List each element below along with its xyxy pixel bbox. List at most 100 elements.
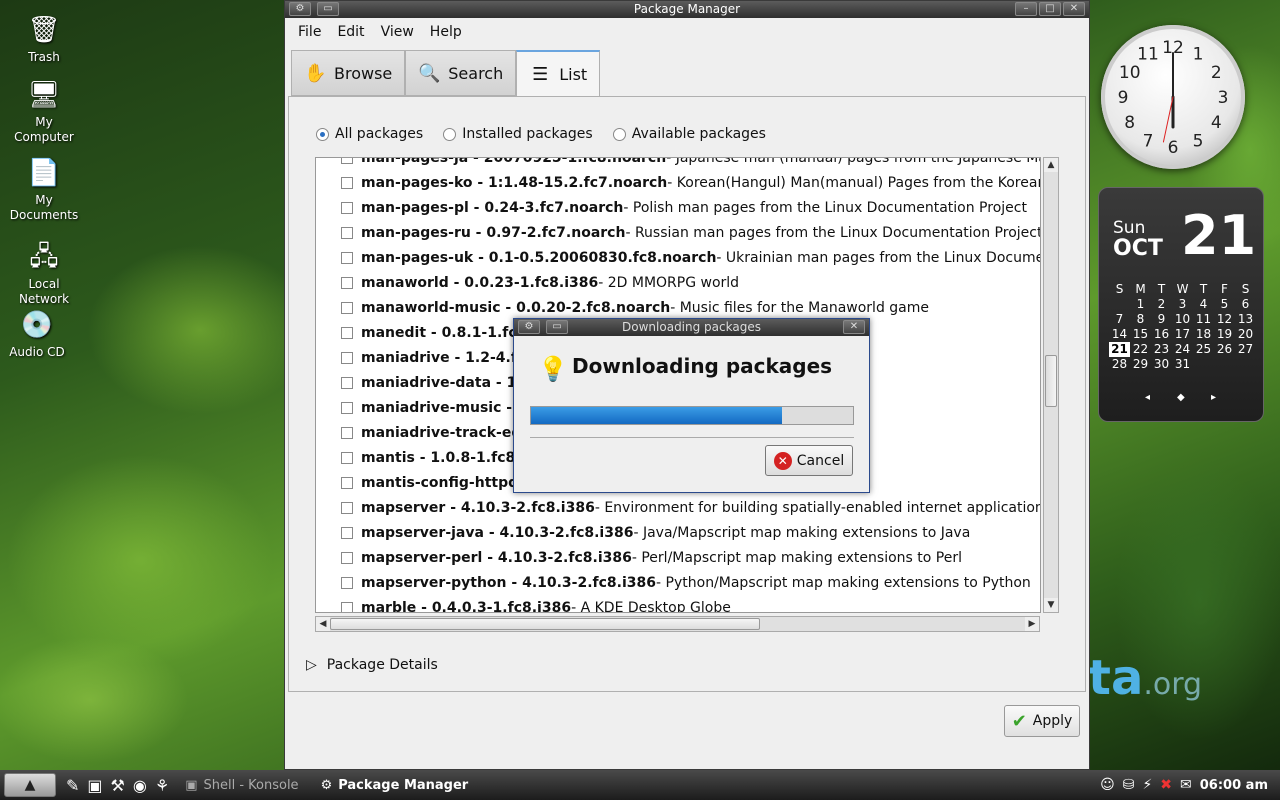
package-checkbox[interactable] bbox=[341, 576, 353, 589]
calendar-day[interactable]: 30 bbox=[1151, 357, 1172, 372]
close-icon[interactable]: ✕ bbox=[1063, 2, 1085, 16]
desktop-icon[interactable]: 🗑 Trash bbox=[4, 13, 84, 65]
package-checkbox[interactable] bbox=[341, 551, 353, 564]
package-row[interactable]: man-pages-uk - 0.1-0.5.20060830.fc8.noar… bbox=[316, 245, 1040, 270]
menu-file[interactable]: File bbox=[290, 24, 329, 40]
menu-edit[interactable]: Edit bbox=[329, 24, 372, 40]
calendar-day[interactable]: 7 bbox=[1109, 312, 1130, 327]
package-checkbox[interactable] bbox=[341, 326, 353, 339]
maximize-icon[interactable]: □ bbox=[1039, 2, 1061, 16]
calendar-day[interactable]: 6 bbox=[1235, 297, 1256, 312]
tray-clock[interactable]: 06:00 am bbox=[1200, 778, 1268, 793]
horizontal-scroll-thumb[interactable] bbox=[330, 618, 760, 630]
package-checkbox[interactable] bbox=[341, 451, 353, 464]
package-row[interactable]: mapserver-perl - 4.10.3-2.fc8.i386 - Per… bbox=[316, 545, 962, 570]
package-checkbox[interactable] bbox=[341, 526, 353, 539]
tab-list[interactable]: ☰ List bbox=[516, 50, 601, 96]
taskbar-task[interactable]: ⚙ Package Manager bbox=[315, 778, 475, 793]
start-menu-button[interactable]: ▲ bbox=[4, 773, 56, 797]
calendar-day[interactable]: 22 bbox=[1130, 342, 1151, 357]
calendar-day[interactable]: 12 bbox=[1214, 312, 1235, 327]
editor-launch-icon[interactable]: ✎ bbox=[66, 776, 79, 795]
calendar-day[interactable]: 17 bbox=[1172, 327, 1193, 342]
package-row[interactable]: mapserver - 4.10.3-2.fc8.i386 - Environm… bbox=[316, 495, 1040, 520]
cancel-button[interactable]: ✕ Cancel bbox=[765, 445, 853, 476]
horizontal-scrollbar[interactable]: ◀ ▶ bbox=[315, 616, 1040, 632]
package-row[interactable]: maniadrive - 1.2-4.f bbox=[316, 345, 517, 370]
dialog-close-icon[interactable]: ✕ bbox=[843, 320, 865, 334]
calendar-day[interactable]: 24 bbox=[1172, 342, 1193, 357]
calendar-day[interactable]: 11 bbox=[1193, 312, 1214, 327]
calendar-prev-icon[interactable]: ◂ bbox=[1145, 392, 1150, 403]
apply-button[interactable]: ✔ Apply bbox=[1004, 705, 1080, 737]
package-checkbox[interactable] bbox=[341, 251, 353, 264]
scroll-down-icon[interactable]: ▼ bbox=[1044, 598, 1058, 612]
package-row[interactable]: man-pages-ru - 0.97-2.fc7.noarch - Russi… bbox=[316, 220, 1040, 245]
radio-button[interactable] bbox=[612, 127, 626, 141]
vertical-scrollbar[interactable]: ▲ ▼ bbox=[1043, 157, 1059, 613]
tools-launch-icon[interactable]: ⚒ bbox=[111, 776, 125, 795]
calendar-day[interactable]: 26 bbox=[1214, 342, 1235, 357]
calendar-day[interactable]: 14 bbox=[1109, 327, 1130, 342]
network-status-icon[interactable]: ⛁ bbox=[1123, 777, 1135, 793]
tab-browse[interactable]: ✋ Browse bbox=[291, 50, 406, 96]
notification-icon[interactable]: ✉ bbox=[1180, 777, 1192, 793]
package-checkbox[interactable] bbox=[341, 201, 353, 214]
package-row[interactable]: manedit - 0.8.1-1.fc bbox=[316, 320, 517, 345]
calendar-day[interactable]: 3 bbox=[1172, 297, 1193, 312]
browser-launch-icon[interactable]: ◉ bbox=[133, 776, 147, 795]
calendar-day[interactable]: 9 bbox=[1151, 312, 1172, 327]
calendar-today-icon[interactable]: ◆ bbox=[1177, 392, 1185, 403]
package-row[interactable]: man-pages-ko - 1:1.48-15.2.fc7.noarch - … bbox=[316, 170, 1040, 195]
package-row[interactable]: manaworld-music - 0.0.20-2.fc8.noarch - … bbox=[316, 295, 929, 320]
package-checkbox[interactable] bbox=[341, 476, 353, 489]
radio-button[interactable] bbox=[443, 127, 457, 141]
tab-search[interactable]: 🔍 Search bbox=[405, 50, 517, 96]
package-checkbox[interactable] bbox=[341, 176, 353, 189]
calendar-day[interactable]: 10 bbox=[1172, 312, 1193, 327]
package-row[interactable]: mapserver-java - 4.10.3-2.fc8.i386 - Jav… bbox=[316, 520, 970, 545]
calendar-day[interactable]: 8 bbox=[1130, 312, 1151, 327]
power-icon[interactable]: ⚡ bbox=[1142, 777, 1152, 793]
filter-radio[interactable]: Installed packages bbox=[443, 126, 593, 142]
window-titlebar[interactable]: ⚙ ▭ Package Manager – □ ✕ bbox=[285, 1, 1089, 18]
filter-radio[interactable]: All packages bbox=[316, 126, 423, 142]
dialog-menu-icon[interactable]: ⚙ bbox=[518, 320, 540, 334]
calendar-day[interactable]: 25 bbox=[1193, 342, 1214, 357]
menu-view[interactable]: View bbox=[373, 24, 422, 40]
package-row[interactable]: mantis - 1.0.8-1.fc8 bbox=[316, 445, 515, 470]
network-launch-icon[interactable]: ⚘ bbox=[155, 776, 169, 795]
package-row[interactable]: man-pages-pl - 0.24-3.fc7.noarch - Polis… bbox=[316, 195, 1027, 220]
calendar-day[interactable]: 18 bbox=[1193, 327, 1214, 342]
dialog-titlebar[interactable]: ⚙ ▭ Downloading packages ✕ bbox=[514, 319, 869, 336]
package-checkbox[interactable] bbox=[341, 501, 353, 514]
scroll-right-icon[interactable]: ▶ bbox=[1025, 617, 1039, 631]
calendar-day[interactable]: 16 bbox=[1151, 327, 1172, 342]
package-checkbox[interactable] bbox=[341, 426, 353, 439]
update-error-icon[interactable]: ✖ bbox=[1160, 777, 1172, 793]
calendar-day[interactable]: 15 bbox=[1130, 327, 1151, 342]
taskbar-task[interactable]: ▣ Shell - Konsole bbox=[179, 778, 304, 793]
desktop-icon[interactable]: 🖥 My Computer bbox=[4, 78, 84, 145]
calendar-day[interactable]: 31 bbox=[1172, 357, 1193, 372]
calendar-day[interactable]: 28 bbox=[1109, 357, 1130, 372]
calendar-day[interactable]: 23 bbox=[1151, 342, 1172, 357]
minimize-icon[interactable]: – bbox=[1015, 2, 1037, 16]
calendar-day[interactable]: 20 bbox=[1235, 327, 1256, 342]
calendar-day[interactable]: 1 bbox=[1130, 297, 1151, 312]
package-checkbox[interactable] bbox=[341, 351, 353, 364]
package-checkbox[interactable] bbox=[341, 401, 353, 414]
calendar-day[interactable]: 5 bbox=[1214, 297, 1235, 312]
package-row[interactable]: manaworld - 0.0.23-1.fc8.i386 - 2D MMORP… bbox=[316, 270, 739, 295]
filter-radio[interactable]: Available packages bbox=[612, 126, 766, 142]
calendar-day[interactable]: 29 bbox=[1130, 357, 1151, 372]
package-checkbox[interactable] bbox=[341, 376, 353, 389]
package-row[interactable]: marble - 0.4.0.3-1.fc8.i386 - A KDE Desk… bbox=[316, 595, 731, 612]
desktop-icon[interactable]: 💿 Audio CD bbox=[0, 308, 77, 360]
terminal-launch-icon[interactable]: ▣ bbox=[87, 776, 102, 795]
scroll-left-icon[interactable]: ◀ bbox=[316, 617, 330, 631]
package-row[interactable]: man-pages-ja - 20070925-1.fc8.noarch - J… bbox=[316, 158, 1040, 170]
calendar-day[interactable]: 19 bbox=[1214, 327, 1235, 342]
calendar-day[interactable]: 4 bbox=[1193, 297, 1214, 312]
package-checkbox[interactable] bbox=[341, 601, 353, 612]
